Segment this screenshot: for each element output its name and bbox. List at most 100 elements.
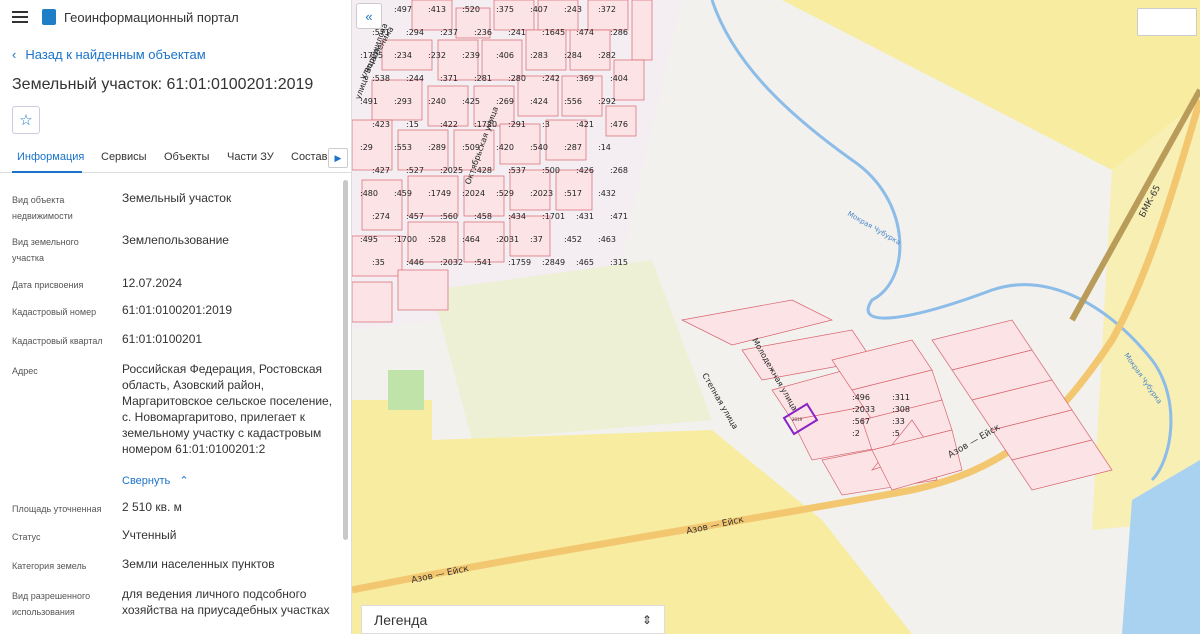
parcel-label: :3 <box>542 120 550 129</box>
parcel-label: :424 <box>530 97 548 106</box>
portal-logo-icon <box>42 9 56 25</box>
app-header: Геоинформационный портал <box>0 0 351 34</box>
parcel-label: :434 <box>508 212 526 221</box>
parcel-label: :432 <box>598 189 616 198</box>
parcel-label: :280 <box>508 74 526 83</box>
parcel-label: :2025 <box>440 166 463 175</box>
parcel-label: :2031 <box>496 235 519 244</box>
legend-dropdown[interactable]: Легенда ⇕ <box>361 605 665 634</box>
double-chevron-left-icon: « <box>365 8 373 24</box>
chevron-up-icon: ⌃ <box>179 475 189 487</box>
parcel-label: :497 <box>394 5 412 14</box>
parcel-label: :1645 <box>542 28 565 37</box>
app-title: Геоинформационный портал <box>64 9 239 25</box>
parcel-label: :372 <box>598 5 616 14</box>
menu-icon[interactable] <box>12 11 28 23</box>
parcel-label: :37 <box>530 235 543 244</box>
parcel-label: :242 <box>542 74 560 83</box>
parcel-label: :422 <box>440 120 458 129</box>
field-value: Земельный участок <box>122 191 232 205</box>
green-plot <box>388 370 424 410</box>
parcel-label: :284 <box>564 51 582 60</box>
field-label: Кадастровый номер <box>12 307 97 317</box>
parcel-label: :423 <box>372 120 390 129</box>
tab-information[interactable]: Информация <box>17 151 84 163</box>
collapse-link[interactable]: Свернуть ⌃ <box>122 474 189 487</box>
parcel-label: :286 <box>610 28 628 37</box>
chevron-left-icon: ‹ <box>12 47 17 62</box>
parcel-label: :1749 <box>428 189 451 198</box>
parcel-label: :1759 <box>508 258 531 267</box>
parcel-label: :457 <box>406 212 424 221</box>
parcel-label: :311 <box>892 393 910 402</box>
parcel-label: :2 <box>852 429 860 438</box>
parcel-label: :459 <box>394 189 412 198</box>
parcel-label: :541 <box>474 258 492 267</box>
field-value: Землепользование <box>122 233 229 247</box>
panel-scrollbar[interactable] <box>343 180 348 540</box>
parcel-label: :236 <box>474 28 492 37</box>
active-tab-indicator <box>12 171 82 173</box>
tab-parts[interactable]: Части ЗУ <box>227 151 274 163</box>
tab-composition[interactable]: Состав <box>291 151 327 163</box>
map-search-box[interactable] <box>1137 8 1197 36</box>
field-label: Вид земельного участка <box>12 237 79 263</box>
parcel-label: :308 <box>892 405 910 414</box>
parcel-label: :283 <box>530 51 548 60</box>
back-link-label: Назад к найденным объектам <box>25 47 206 62</box>
parcel-label: :315 <box>610 258 628 267</box>
parcel-label: :2023 <box>530 189 553 198</box>
collapse-label: Свернуть <box>122 475 171 487</box>
parcel-label: :474 <box>576 28 594 37</box>
selected-parcel-label: 2019 <box>792 417 803 422</box>
parcel-label: :553 <box>394 143 412 152</box>
parcel-label: :237 <box>440 28 458 37</box>
field-value: 2 510 кв. м <box>122 500 182 514</box>
parcel-label: :2032 <box>440 258 463 267</box>
parcel-label: :465 <box>576 258 594 267</box>
collapse-panel-button[interactable]: « <box>356 3 382 29</box>
parcel-label: :464 <box>462 235 480 244</box>
parcel-label: :241 <box>508 28 526 37</box>
parcel-label: :476 <box>610 120 628 129</box>
parcel-label: :540 <box>530 143 548 152</box>
parcel-label: :240 <box>428 97 446 106</box>
parcel-label: :560 <box>440 212 458 221</box>
parcel-label: :2849 <box>542 258 565 267</box>
field-label: Площадь уточненная <box>12 504 102 514</box>
parcel-label: :14 <box>598 143 611 152</box>
parcel-label: :274 <box>372 212 390 221</box>
parcel-label: :29 <box>360 143 373 152</box>
parcel-label: :421 <box>576 120 594 129</box>
parcel-label: :500 <box>542 166 560 175</box>
parcel-label: :5 <box>892 429 900 438</box>
parcel-label: :404 <box>610 74 628 83</box>
parcel-label: :406 <box>496 51 514 60</box>
back-to-results-link[interactable]: ‹ Назад к найденным объектам <box>12 47 206 62</box>
parcel-label: :282 <box>598 51 616 60</box>
parcel-label: :2033 <box>852 405 875 414</box>
map-view[interactable]: 2019 :539:497:413:520:375:407:243:372:57… <box>352 0 1200 634</box>
tab-objects[interactable]: Объекты <box>164 151 209 163</box>
parcel-label: :292 <box>598 97 616 106</box>
map-canvas[interactable]: 2019 :539:497:413:520:375:407:243:372:57… <box>352 0 1200 634</box>
field-label: Адрес <box>12 366 38 376</box>
parcel-label: :567 <box>852 417 870 426</box>
parcel-label: :1700 <box>394 235 417 244</box>
tabs-scroll-right-icon[interactable]: ▶ <box>328 148 348 168</box>
field-label: Категория земель <box>12 561 87 571</box>
tab-bar: Информация Сервисы Объекты Части ЗУ Сост… <box>0 145 352 173</box>
tab-services[interactable]: Сервисы <box>101 151 147 163</box>
page-title: Земельный участок: 61:01:0100201:2019 <box>12 76 314 93</box>
parcel-label: :538 <box>372 74 390 83</box>
parcel-label: :452 <box>564 235 582 244</box>
parcel-label: :239 <box>462 51 480 60</box>
parcel-label: :517 <box>564 189 582 198</box>
parcel-label: :431 <box>576 212 594 221</box>
field-value: 61:01:0100201 <box>122 332 203 346</box>
favorite-star-icon[interactable]: ☆ <box>12 106 40 134</box>
parcel-label: :234 <box>394 51 412 60</box>
parcel-label: :426 <box>576 166 594 175</box>
parcel-label: :1701 <box>542 212 565 221</box>
parcel-label: :281 <box>474 74 492 83</box>
